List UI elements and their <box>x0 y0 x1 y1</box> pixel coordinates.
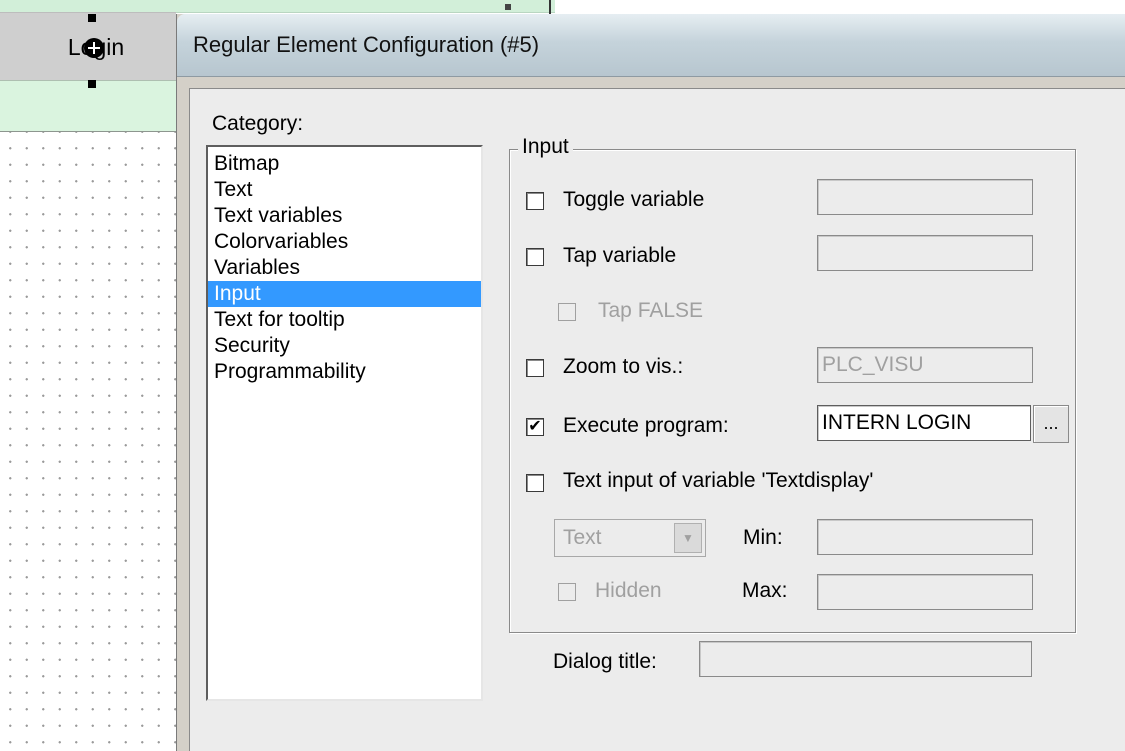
tap-variable-field[interactable] <box>817 235 1033 271</box>
dialog-title: Regular Element Configuration (#5) <box>193 32 540 57</box>
hidden-checkbox[interactable] <box>558 583 576 601</box>
dialog-title-label: Dialog title: <box>553 650 657 673</box>
execute-program-checkbox[interactable]: ✔ <box>526 418 544 436</box>
max-field[interactable] <box>817 574 1033 610</box>
selection-handle-top[interactable] <box>88 14 96 22</box>
tap-false-label: Tap FALSE <box>598 299 704 322</box>
category-item-text-variables[interactable]: Text variables <box>208 203 481 229</box>
element-configuration-dialog: Regular Element Configuration (#5) Categ… <box>176 14 1125 751</box>
text-input-checkbox[interactable] <box>526 474 544 492</box>
category-item-input[interactable]: Input <box>208 281 481 307</box>
toggle-variable-field[interactable] <box>817 179 1033 215</box>
min-field[interactable] <box>817 519 1033 555</box>
zoom-to-vis-label: Zoom to vis.: <box>563 355 684 378</box>
execute-program-browse-button[interactable]: ... <box>1033 405 1069 443</box>
zoom-to-vis-checkbox[interactable] <box>526 359 544 377</box>
canvas-divider <box>549 0 551 14</box>
input-type-selected: Text <box>563 526 602 549</box>
category-item-security[interactable]: Security <box>208 333 481 359</box>
max-label: Max: <box>742 579 788 602</box>
tap-variable-checkbox[interactable] <box>526 248 544 266</box>
category-item-variables[interactable]: Variables <box>208 255 481 281</box>
input-type-select[interactable]: Text ▼ <box>554 519 706 557</box>
min-label: Min: <box>743 526 783 549</box>
toggle-variable-label: Toggle variable <box>563 188 705 211</box>
category-item-text[interactable]: Text <box>208 177 481 203</box>
category-label: Category: <box>212 112 304 135</box>
dropdown-arrow-icon[interactable]: ▼ <box>674 523 702 553</box>
category-item-bitmap[interactable]: Bitmap <box>208 151 481 177</box>
category-item-colorvariables[interactable]: Colorvariables <box>208 229 481 255</box>
check-mark-icon: ✔ <box>528 418 542 435</box>
hidden-label: Hidden <box>595 579 662 602</box>
canvas-marker <box>505 4 511 10</box>
dialog-titlebar[interactable]: Regular Element Configuration (#5) <box>177 14 1125 77</box>
dialog-title-field[interactable] <box>699 641 1032 677</box>
tap-variable-label: Tap variable <box>563 244 677 267</box>
category-item-text-for-tooltip[interactable]: Text for tooltip <box>208 307 481 333</box>
dialog-client-area: Category: Bitmap Text Text variables Col… <box>189 88 1125 751</box>
tap-false-checkbox[interactable] <box>558 303 576 321</box>
category-list[interactable]: Bitmap Text Text variables Colorvariable… <box>206 145 483 701</box>
input-group-legend: Input <box>518 135 573 159</box>
execute-program-field[interactable]: INTERN LOGIN <box>817 405 1031 441</box>
input-groupbox <box>509 149 1076 633</box>
toggle-variable-checkbox[interactable] <box>526 192 544 210</box>
zoom-to-vis-field[interactable]: PLC_VISU <box>817 347 1033 383</box>
crosshair-cursor-icon <box>84 38 104 58</box>
text-input-label: Text input of variable 'Textdisplay' <box>563 469 874 492</box>
category-item-programmability[interactable]: Programmability <box>208 359 481 385</box>
selection-handle-bottom[interactable] <box>88 80 96 88</box>
execute-program-label: Execute program: <box>563 414 729 437</box>
